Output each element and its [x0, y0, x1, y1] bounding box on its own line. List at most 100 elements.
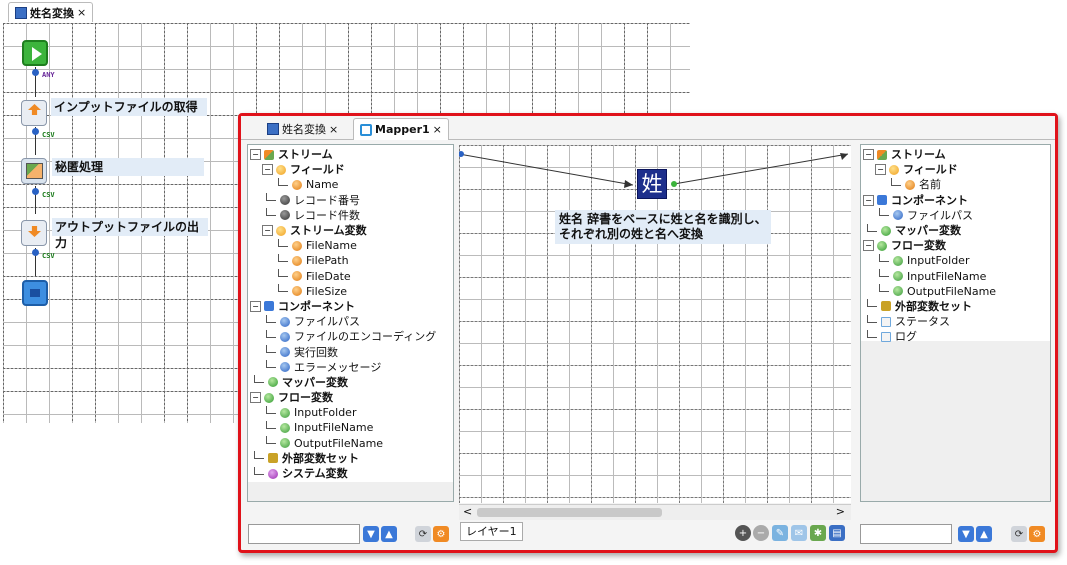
close-icon[interactable]: ×: [329, 123, 338, 136]
tree-item-label: マッパー変数: [895, 224, 961, 238]
scroll-right-arrow[interactable]: >: [836, 505, 845, 518]
edit-button[interactable]: ✎: [772, 525, 788, 541]
tree-item[interactable]: ファイルパス: [863, 208, 996, 223]
tab-mapper1[interactable]: Mapper1 ×: [353, 118, 449, 140]
tree-item-label: システム変数: [282, 467, 348, 481]
mapper-tab-bar: 姓名変換 × Mapper1 ×: [241, 116, 1055, 140]
mapping-canvas[interactable]: 姓 姓名 辞書をベースに姓と名を識別し、 それぞれ別の姓と名へ変換 < >: [459, 145, 851, 520]
tree-item[interactable]: − フロー変数: [250, 390, 436, 405]
right-search-combo[interactable]: [860, 524, 952, 544]
tree-item[interactable]: FileSize: [250, 284, 436, 299]
tree-item[interactable]: マッパー変数: [863, 223, 996, 238]
collapse-toggle-icon[interactable]: −: [250, 392, 261, 404]
end-node[interactable]: [22, 280, 48, 306]
debug-button[interactable]: ✱: [810, 525, 826, 541]
tree-item-label: FileDate: [306, 269, 351, 283]
bulb-orange-icon: [276, 164, 286, 175]
tab-name-conversion[interactable]: 姓名変換 ×: [261, 119, 344, 139]
collapse-toggle-icon[interactable]: −: [262, 164, 273, 176]
tree-item[interactable]: 外部変数セット: [863, 299, 996, 314]
tree-item[interactable]: エラーメッセージ: [250, 360, 436, 375]
tree-item[interactable]: ファイルパス: [250, 314, 436, 329]
settings-button[interactable]: ⚙: [433, 526, 449, 542]
tree-item-label: 外部変数セット: [895, 299, 972, 313]
collapse-toggle-icon[interactable]: −: [863, 194, 874, 206]
refresh-button[interactable]: ⟳: [1011, 526, 1027, 542]
tree-branch-line: [891, 177, 901, 186]
outer-tab[interactable]: 姓名変換 ×: [8, 2, 94, 22]
mapping-annotation[interactable]: 姓名 辞書をベースに姓と名を識別し、 それぞれ別の姓と名へ変換: [555, 210, 771, 244]
tree-branch-line: [879, 208, 889, 217]
tree-item[interactable]: 実行回数: [250, 344, 436, 359]
tree-item[interactable]: InputFolder: [863, 253, 996, 268]
close-icon[interactable]: ×: [77, 6, 86, 19]
settings-button[interactable]: ⚙: [1029, 526, 1045, 542]
horizontal-scrollbar[interactable]: < >: [459, 504, 851, 520]
tree-item[interactable]: ファイルのエンコーディング: [250, 329, 436, 344]
tree-item[interactable]: − コンポーネント: [250, 299, 436, 314]
flow-button[interactable]: ▤: [829, 525, 845, 541]
extvars-icon: [881, 301, 891, 312]
tree-item[interactable]: − フロー変数: [863, 238, 996, 253]
tree-item[interactable]: システム変数: [250, 466, 436, 481]
tree-item[interactable]: OutputFileName: [863, 284, 996, 299]
tree-item[interactable]: 外部変数セット: [250, 451, 436, 466]
zoom-out-button[interactable]: −: [753, 525, 769, 541]
close-icon[interactable]: ×: [433, 123, 442, 136]
tree-item[interactable]: − ストリーム: [863, 147, 996, 162]
refresh-button[interactable]: ⟳: [415, 526, 431, 542]
layer-tab[interactable]: レイヤー1: [460, 522, 523, 541]
mapper-window: 姓名変換 × Mapper1 × − ストリーム − フィールド Name レコード番号レ…: [238, 113, 1058, 553]
start-node[interactable]: [22, 40, 48, 66]
output-file-node[interactable]: [21, 220, 47, 246]
tree-branch-line: [278, 284, 288, 293]
tree-item[interactable]: − ストリーム変数: [250, 223, 436, 238]
collapse-toggle-icon[interactable]: −: [250, 149, 261, 161]
tree-item[interactable]: − ストリーム: [250, 147, 436, 162]
output-mapping-line: [673, 153, 849, 185]
flow-icon: [267, 123, 279, 135]
tree-item[interactable]: InputFolder: [250, 405, 436, 420]
dot-orange-icon: [292, 240, 302, 251]
tree-item[interactable]: − フィールド: [250, 162, 436, 177]
tree-item[interactable]: OutputFileName: [250, 436, 436, 451]
collapse-toggle-icon[interactable]: −: [262, 225, 273, 237]
search-up-button[interactable]: ▲: [381, 526, 397, 542]
tree-item-label: InputFolder: [294, 406, 357, 420]
tree-item[interactable]: InputFileName: [250, 420, 436, 435]
tree-item[interactable]: − コンポーネント: [863, 193, 996, 208]
tree-item[interactable]: ステータス: [863, 314, 996, 329]
tree-item-label: レコード件数: [294, 208, 360, 222]
tree-item[interactable]: FileDate: [250, 269, 436, 284]
left-search-combo[interactable]: [248, 524, 360, 544]
dot-blue-icon: [280, 331, 290, 342]
input-mapping-line: [459, 153, 634, 186]
tree-item[interactable]: Name: [250, 177, 436, 192]
masking-node[interactable]: [21, 158, 47, 184]
tree-item[interactable]: InputFileName: [863, 269, 996, 284]
tree-item[interactable]: レコード番号: [250, 193, 436, 208]
collapse-toggle-icon[interactable]: −: [875, 164, 886, 176]
tree-item[interactable]: 名前: [863, 177, 996, 192]
tree-item[interactable]: FileName: [250, 238, 436, 253]
search-down-button[interactable]: ▼: [958, 526, 974, 542]
collapse-toggle-icon[interactable]: −: [863, 240, 874, 252]
search-up-button[interactable]: ▲: [976, 526, 992, 542]
scroll-thumb[interactable]: [477, 508, 662, 517]
scroll-left-arrow[interactable]: <: [463, 505, 472, 518]
tree-item[interactable]: ログ: [863, 329, 996, 344]
input-file-node[interactable]: [21, 100, 47, 126]
collapse-toggle-icon[interactable]: −: [863, 149, 874, 161]
search-down-button[interactable]: ▼: [363, 526, 379, 542]
tree-item[interactable]: − フィールド: [863, 162, 996, 177]
tree-item[interactable]: FilePath: [250, 253, 436, 268]
zoom-in-button[interactable]: +: [735, 525, 751, 541]
tree-branch-line: [266, 420, 276, 429]
collapse-toggle-icon[interactable]: −: [250, 300, 261, 312]
comment-button[interactable]: ✉: [791, 525, 807, 541]
family-name-function[interactable]: 姓: [637, 169, 667, 199]
output-file-node-label: アウトプットファイルの出力: [52, 218, 208, 250]
tree-item[interactable]: レコード件数: [250, 208, 436, 223]
tree-item-label: ストリーム変数: [290, 224, 367, 238]
tree-item[interactable]: マッパー変数: [250, 375, 436, 390]
